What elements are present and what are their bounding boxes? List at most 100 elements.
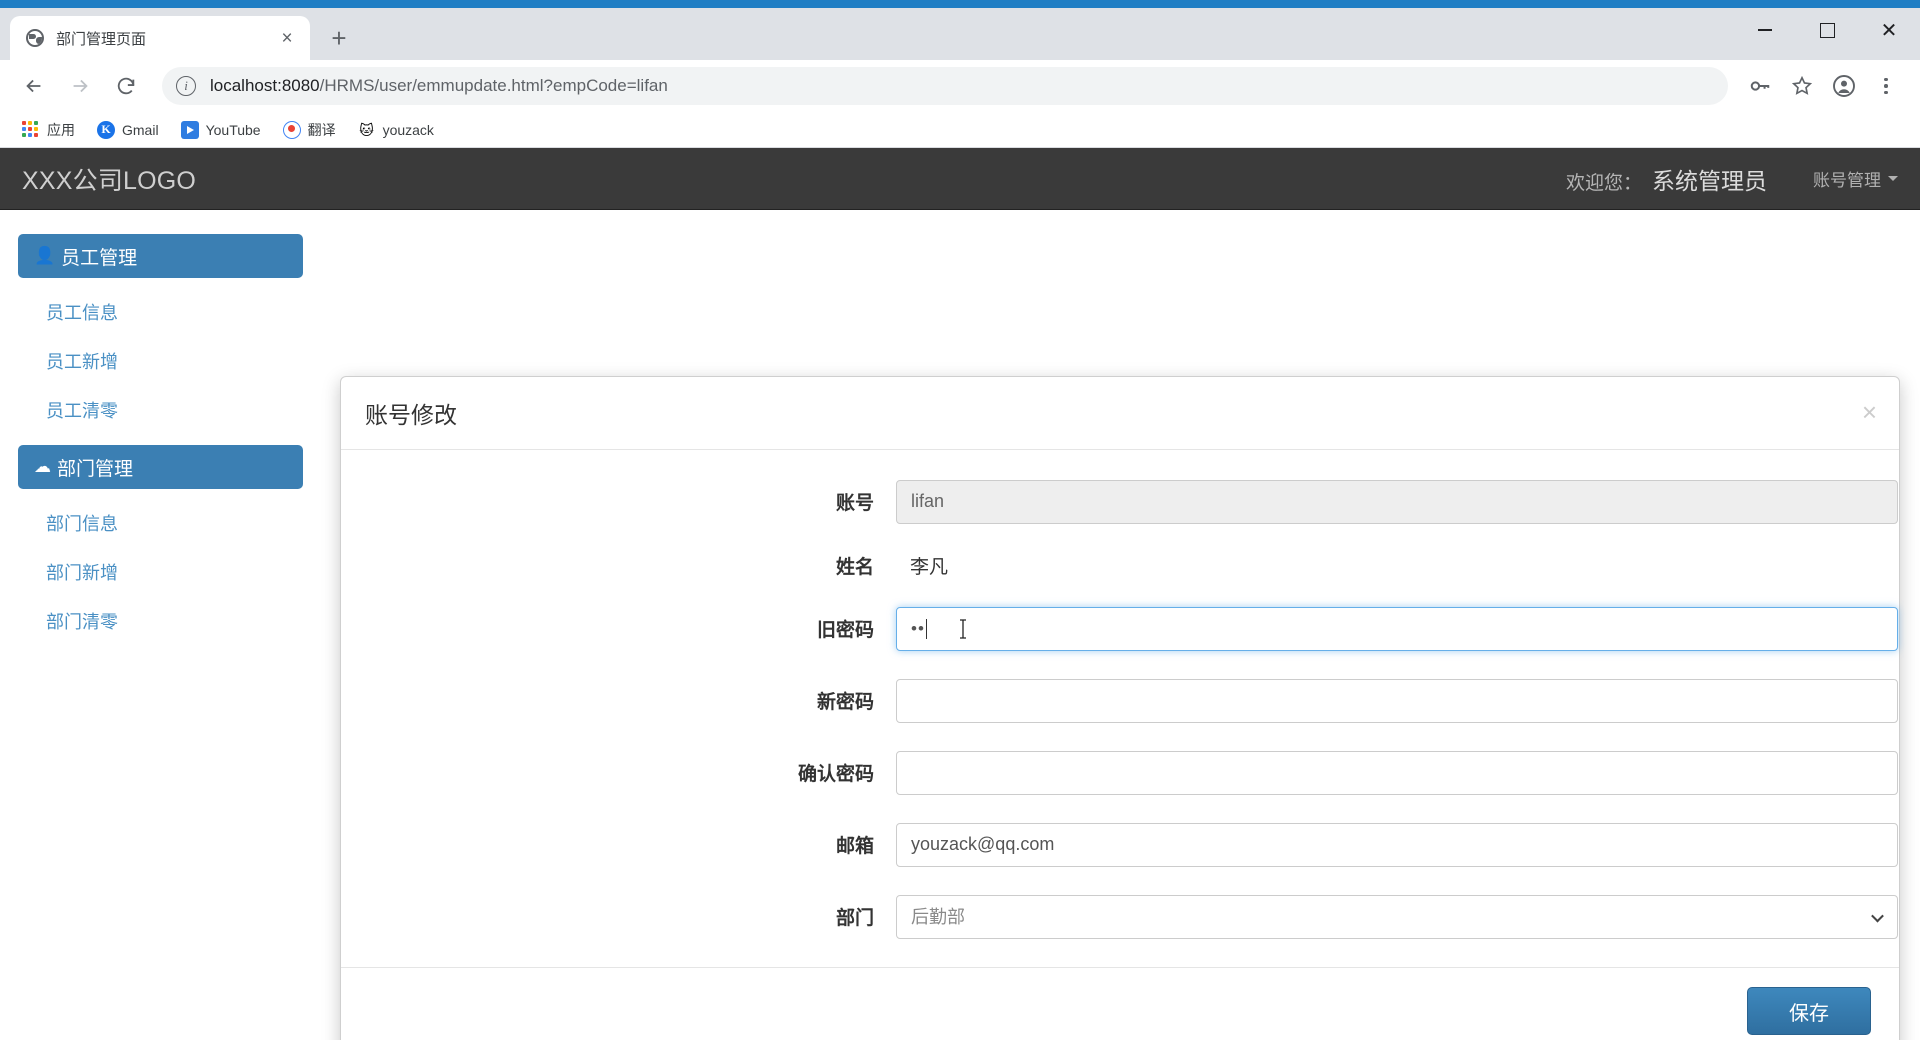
chevron-down-icon bbox=[1888, 176, 1898, 181]
sidebar-group-employee[interactable]: 👤 员工管理 bbox=[18, 234, 303, 278]
back-button[interactable] bbox=[14, 66, 54, 106]
url-path: /HRMS/user/emmupdate.html?empCode=lifan bbox=[319, 76, 668, 95]
bookmark-label: Gmail bbox=[122, 121, 159, 138]
apps-grid-icon bbox=[22, 120, 40, 139]
sidebar-item-employee-info[interactable]: 员工信息 bbox=[18, 288, 303, 337]
new-password-input[interactable] bbox=[896, 678, 1898, 723]
modal-header: 账号修改 × bbox=[341, 377, 1899, 450]
field-account-wrap bbox=[896, 479, 1898, 524]
tab-close-icon[interactable]: × bbox=[274, 25, 300, 51]
sidebar-item-department-info[interactable]: 部门信息 bbox=[18, 499, 303, 548]
account-menu-label: 账号管理 bbox=[1813, 171, 1881, 190]
cloud-icon: ☁ bbox=[34, 457, 51, 476]
field-department-wrap: 后勤部 bbox=[896, 894, 1898, 939]
browser-tab[interactable]: 部门管理页面 × bbox=[10, 16, 310, 60]
sidebar-group-label: 部门管理 bbox=[57, 458, 134, 480]
gmail-icon: K bbox=[97, 120, 115, 139]
modal-footer: 保存 bbox=[341, 966, 1899, 1040]
form-row-confirm-password: 确认密码 bbox=[341, 750, 1899, 795]
label-account: 账号 bbox=[835, 493, 874, 515]
label-new-password: 新密码 bbox=[816, 692, 874, 714]
sidebar-item-employee-add[interactable]: 员工新增 bbox=[18, 337, 303, 386]
welcome-username: 系统管理员 bbox=[1652, 167, 1767, 194]
sidebar-item-employee-reset[interactable]: 员工清零 bbox=[18, 386, 303, 435]
tab-title: 部门管理页面 bbox=[56, 30, 147, 48]
url-text: localhost:8080/HRMS/user/emmupdate.html?… bbox=[210, 76, 668, 96]
bookmark-label: 应用 bbox=[47, 121, 75, 138]
window-close-button[interactable]: ✕ bbox=[1858, 8, 1920, 52]
sidebar: 👤 员工管理 员工信息 员工新增 员工清零 ☁ 部门管理 部门信息 部门新增 部… bbox=[18, 234, 303, 646]
bookmark-label: youzack bbox=[382, 121, 434, 138]
form-row-account: 账号 bbox=[341, 479, 1899, 524]
site-info-icon[interactable]: i bbox=[176, 76, 196, 96]
label-name: 姓名 bbox=[835, 556, 874, 578]
sidebar-group-department[interactable]: ☁ 部门管理 bbox=[18, 445, 303, 489]
password-dots: •• bbox=[911, 618, 925, 638]
sidebar-item-department-reset[interactable]: 部门清零 bbox=[18, 597, 303, 646]
ibeam-cursor-icon bbox=[958, 618, 968, 640]
close-icon[interactable]: × bbox=[1862, 399, 1877, 425]
page-content: XXX公司LOGO 欢迎您： 系统管理员 账号管理 👤 员工管理 员工信息 员工新… bbox=[0, 148, 1920, 1040]
app-brand-logo[interactable]: XXX公司LOGO bbox=[22, 161, 196, 197]
account-input bbox=[896, 479, 1898, 524]
sidebar-divider bbox=[18, 435, 303, 445]
account-menu[interactable]: 账号管理 bbox=[1813, 166, 1898, 191]
modal-title: 账号修改 bbox=[365, 401, 457, 428]
cat-icon: 🐱 bbox=[359, 121, 374, 138]
toolbar-right-icons bbox=[1738, 66, 1906, 106]
translate-icon bbox=[282, 120, 301, 139]
star-icon[interactable] bbox=[1782, 66, 1822, 106]
os-top-strip bbox=[0, 0, 1920, 8]
bookmark-gmail[interactable]: K Gmail bbox=[89, 116, 167, 144]
bookmark-apps[interactable]: 应用 bbox=[14, 115, 83, 145]
welcome-label: 欢迎您： bbox=[1565, 172, 1642, 194]
label-old-password: 旧密码 bbox=[816, 620, 874, 642]
key-icon[interactable] bbox=[1740, 66, 1780, 106]
field-name-wrap: 李凡 bbox=[896, 552, 1898, 579]
navbar-right: 欢迎您： 系统管理员 账号管理 bbox=[1566, 162, 1898, 196]
department-select[interactable]: 后勤部 bbox=[896, 894, 1898, 939]
field-old-password-wrap: •• bbox=[896, 606, 1898, 651]
three-dot-menu-icon[interactable] bbox=[1866, 66, 1906, 106]
youtube-icon bbox=[180, 120, 199, 139]
omnibox[interactable]: i localhost:8080/HRMS/user/emmupdate.htm… bbox=[162, 67, 1728, 105]
label-department: 部门 bbox=[835, 908, 874, 930]
account-edit-modal: 账号修改 × 账号 姓名 李凡 旧密码 •• bbox=[340, 376, 1900, 1040]
maximize-button[interactable] bbox=[1796, 8, 1858, 52]
globe-icon bbox=[26, 29, 44, 47]
confirm-password-input[interactable] bbox=[896, 750, 1898, 795]
url-host: localhost:8080 bbox=[210, 76, 320, 95]
bookmarks-bar: 应用 K Gmail YouTube 翻译 🐱 youzack bbox=[0, 112, 1920, 148]
label-email: 邮箱 bbox=[835, 836, 874, 858]
welcome-text: 欢迎您： 系统管理员 bbox=[1566, 162, 1767, 196]
save-button[interactable]: 保存 bbox=[1747, 987, 1871, 1036]
sidebar-item-department-add[interactable]: 部门新增 bbox=[18, 548, 303, 597]
email-input[interactable] bbox=[896, 822, 1898, 867]
window-controls: ✕ bbox=[1734, 8, 1920, 52]
forward-button[interactable] bbox=[60, 66, 100, 106]
field-email-wrap bbox=[896, 822, 1898, 867]
old-password-input[interactable] bbox=[896, 606, 1898, 651]
profile-icon[interactable] bbox=[1824, 66, 1864, 106]
tab-strip: 部门管理页面 × + bbox=[0, 16, 356, 60]
form-row-new-password: 新密码 bbox=[341, 678, 1899, 723]
browser-toolbar: i localhost:8080/HRMS/user/emmupdate.htm… bbox=[0, 60, 1920, 112]
new-tab-button[interactable]: + bbox=[322, 21, 356, 55]
user-icon: 👤 bbox=[34, 246, 56, 265]
modal-body: 账号 姓名 李凡 旧密码 •• bbox=[341, 450, 1899, 967]
label-confirm-password: 确认密码 bbox=[797, 764, 874, 786]
browser-titlebar: 部门管理页面 × + ✕ bbox=[0, 8, 1920, 60]
bookmark-translate[interactable]: 翻译 bbox=[275, 115, 344, 145]
bookmark-youzack[interactable]: 🐱 youzack bbox=[350, 116, 442, 144]
app-navbar: XXX公司LOGO 欢迎您： 系统管理员 账号管理 bbox=[0, 148, 1920, 210]
bookmark-label: 翻译 bbox=[307, 121, 336, 138]
text-cursor bbox=[925, 618, 928, 639]
sidebar-group-label: 员工管理 bbox=[61, 247, 138, 269]
minimize-button[interactable] bbox=[1734, 8, 1796, 52]
bookmark-youtube[interactable]: YouTube bbox=[173, 116, 269, 144]
field-confirm-password-wrap bbox=[896, 750, 1898, 795]
old-password-masked-value: •• bbox=[911, 618, 928, 639]
field-new-password-wrap bbox=[896, 678, 1898, 723]
reload-button[interactable] bbox=[106, 66, 146, 106]
form-row-old-password: 旧密码 •• bbox=[341, 606, 1899, 651]
